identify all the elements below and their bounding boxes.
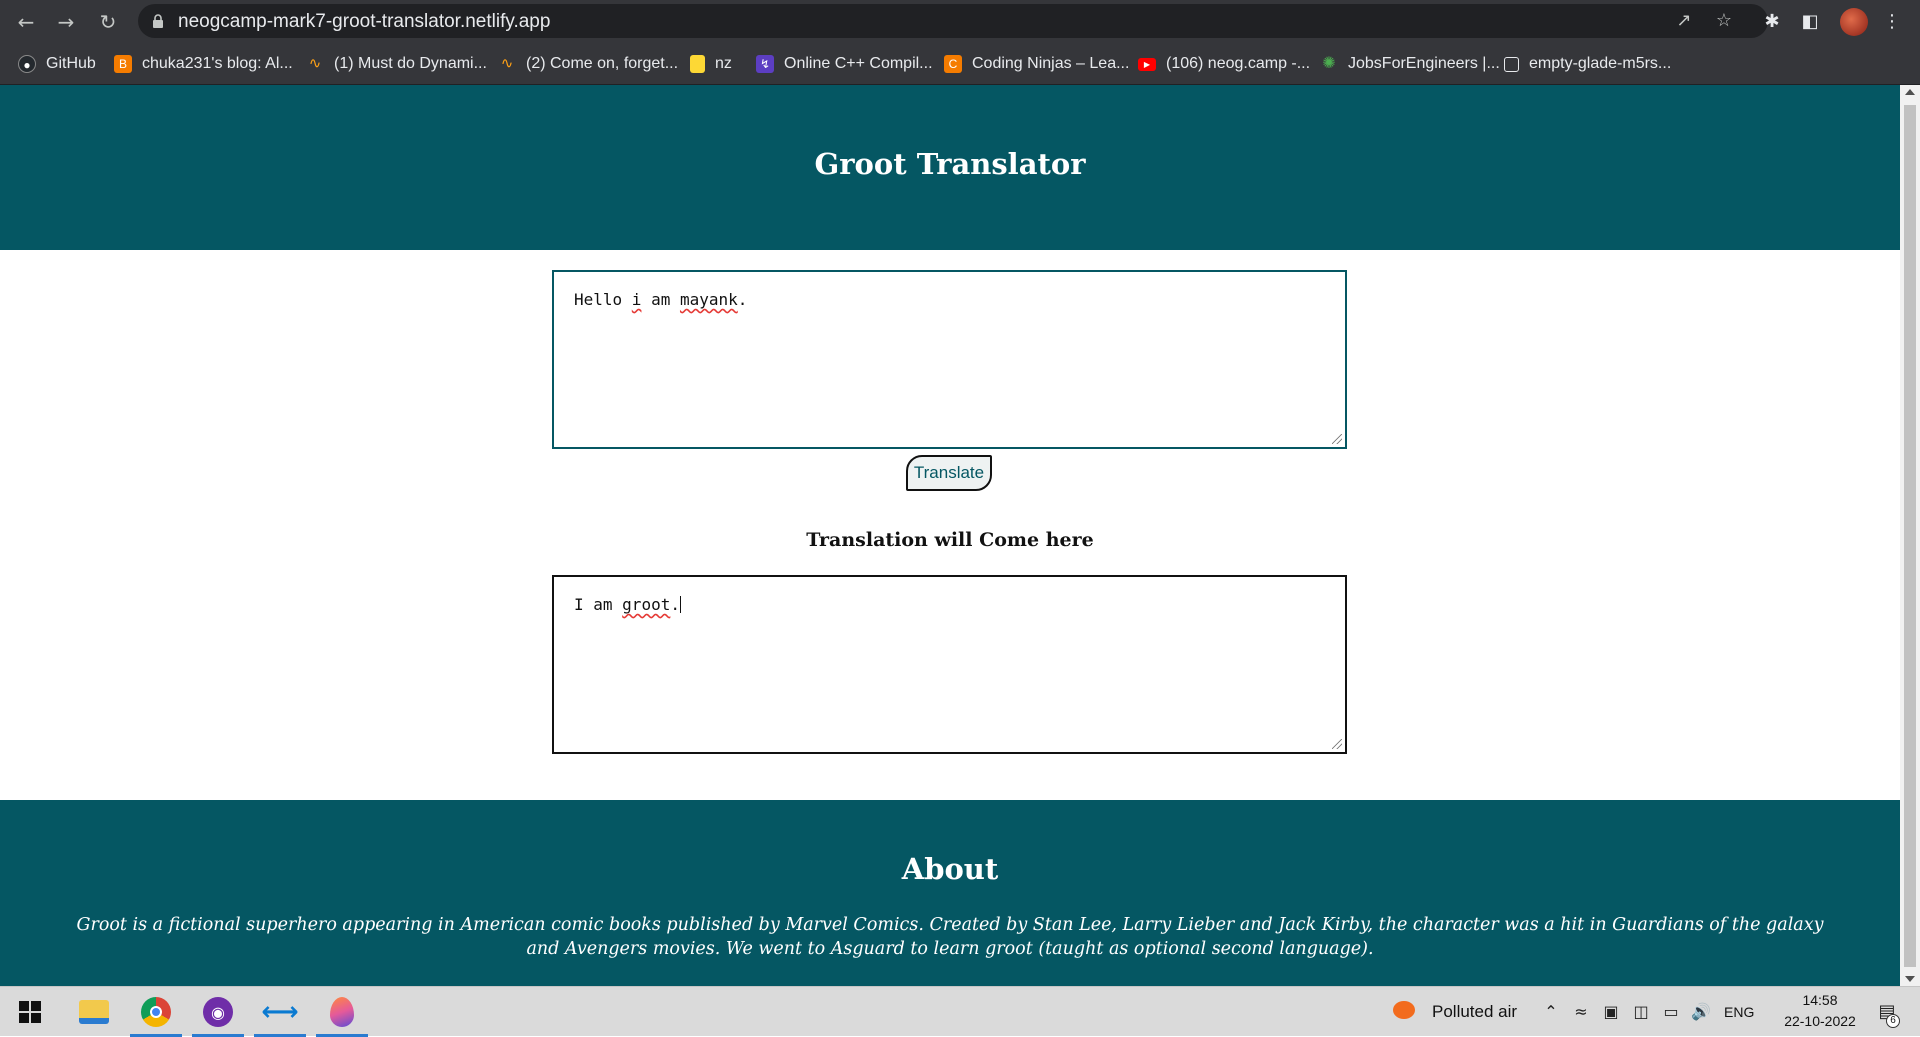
bookmark-label: (2) Come on, forget... xyxy=(526,55,679,72)
blank-page-icon xyxy=(1504,56,1519,72)
github-desktop-logo-icon: ◉ xyxy=(203,997,233,1027)
language-indicator[interactable]: ENG xyxy=(1724,1004,1754,1020)
share-icon[interactable]: ↗ xyxy=(1674,11,1694,31)
vscode-icon[interactable]: ⟷ xyxy=(254,987,306,1037)
bookmark-item[interactable]: empty-glade-m5rs... xyxy=(1504,52,1671,76)
text-caret xyxy=(679,596,681,613)
flame-logo-icon xyxy=(330,997,354,1027)
github-icon: ● xyxy=(18,55,36,73)
clock-date[interactable]: 22-10-2022 xyxy=(1772,1013,1868,1029)
coding-ninjas-icon: C xyxy=(944,55,962,73)
bookmark-item[interactable]: ● GitHub xyxy=(18,52,96,76)
side-panel-icon[interactable]: ◧ xyxy=(1798,10,1822,34)
battery-icon[interactable]: ▭ xyxy=(1660,1001,1682,1023)
bookmark-label: GitHub xyxy=(46,55,96,72)
page-viewport: Groot Translator Hello i am mayank. Tran… xyxy=(0,85,1900,986)
browser-flame-icon[interactable] xyxy=(316,987,368,1037)
forward-icon[interactable]: → xyxy=(54,10,78,34)
bookmark-label: Coding Ninjas – Lea... xyxy=(972,55,1130,72)
translate-button[interactable]: Translate xyxy=(906,455,992,491)
bookmark-item[interactable]: ▶ (106) neog.camp -... xyxy=(1138,52,1310,76)
bookmark-item[interactable]: ∿ (2) Come on, forget... xyxy=(498,52,678,76)
resize-grip-icon[interactable] xyxy=(1332,434,1342,444)
address-bar[interactable]: neogcamp-mark7-groot-translator.netlify.… xyxy=(138,4,1768,38)
windows-logo-icon xyxy=(19,1001,41,1023)
chrome-logo-icon xyxy=(141,997,171,1027)
back-icon[interactable]: ← xyxy=(14,10,38,34)
about-section: About Groot is a fictional superhero app… xyxy=(0,800,1900,986)
input-word-misspelled: i xyxy=(631,290,642,309)
volume-icon[interactable]: 🔊 xyxy=(1690,1001,1712,1023)
bookmark-label: JobsForEngineers |... xyxy=(1348,55,1500,72)
output-textarea[interactable]: I am groot. xyxy=(552,575,1347,754)
output-word-misspelled: groot xyxy=(622,595,671,614)
network-icon[interactable]: ≈ xyxy=(1570,1001,1592,1023)
lock-icon[interactable] xyxy=(152,14,164,28)
clock-time[interactable]: 14:58 xyxy=(1790,992,1850,1008)
vertical-scrollbar[interactable] xyxy=(1900,85,1920,986)
scroll-down-arrow-icon[interactable] xyxy=(1905,976,1915,982)
github-desktop-icon[interactable]: ◉ xyxy=(192,987,244,1037)
replit-bolt-icon: ↯ xyxy=(756,55,774,73)
file-explorer-icon[interactable] xyxy=(68,987,120,1037)
windows-start-icon[interactable] xyxy=(4,987,56,1037)
blogger-icon: B xyxy=(114,55,132,73)
leetcode-icon: ∿ xyxy=(308,55,322,72)
about-title: About xyxy=(901,852,999,886)
bookmark-item[interactable]: nz xyxy=(690,52,732,76)
output-word: . xyxy=(670,595,680,614)
input-word: Hello xyxy=(574,290,632,309)
bookmark-star-icon[interactable]: ☆ xyxy=(1714,11,1734,31)
output-word: I am xyxy=(574,595,623,614)
bookmark-item[interactable]: Bchuka231's blog: Al... xyxy=(114,52,293,76)
output-label: Translation will Come here xyxy=(806,529,1094,551)
about-text: Groot is a fictional superhero appearing… xyxy=(76,915,1824,959)
bookmark-label: chuka231's blog: Al... xyxy=(142,55,293,72)
folder-note-icon xyxy=(690,55,705,73)
resize-grip-icon[interactable] xyxy=(1332,739,1342,749)
folder-icon xyxy=(79,1000,109,1024)
bookmark-item[interactable]: ∿ (1) Must do Dynami... xyxy=(306,52,487,76)
bookmark-label: (106) neog.camp -... xyxy=(1166,55,1311,72)
chevron-up-icon[interactable]: ⌃ xyxy=(1540,1001,1562,1023)
input-textarea[interactable]: Hello i am mayank. xyxy=(552,270,1347,449)
leetcode-icon: ∿ xyxy=(500,55,514,72)
weather-icon[interactable] xyxy=(1393,1001,1415,1023)
chrome-icon[interactable] xyxy=(130,987,182,1037)
menu-kebab-icon[interactable]: ⋮ xyxy=(1880,10,1904,34)
url-text[interactable]: neogcamp-mark7-groot-translator.netlify.… xyxy=(178,11,550,33)
youtube-icon: ▶ xyxy=(1138,57,1156,71)
display-icon[interactable]: ◫ xyxy=(1630,1001,1652,1023)
vscode-logo-icon: ⟷ xyxy=(261,997,299,1027)
input-word: . xyxy=(737,290,748,309)
scroll-up-arrow-icon[interactable] xyxy=(1905,89,1915,95)
bookmarks-bar: ● GitHub Bchuka231's blog: Al... ∿ (1) Mus… xyxy=(0,43,1920,85)
bookmark-item[interactable]: ✺ JobsForEngineers |... xyxy=(1320,52,1500,76)
site-header: Groot Translator xyxy=(0,85,1900,250)
bookmark-label: (1) Must do Dynami... xyxy=(334,55,487,72)
browser-toolbar: ← → ↻ neogcamp-mark7-groot-translator.ne… xyxy=(0,0,1920,43)
bookmark-label: nz xyxy=(715,55,732,72)
profile-avatar[interactable] xyxy=(1840,8,1868,36)
bookmark-item[interactable]: ↯ Online C++ Compil... xyxy=(756,52,933,76)
bookmark-item[interactable]: C Coding Ninjas – Lea... xyxy=(944,52,1129,76)
input-word-misspelled: mayank xyxy=(679,290,738,309)
notification-badge: 6 xyxy=(1886,1014,1900,1028)
meet-now-icon[interactable]: ▣ xyxy=(1600,1001,1622,1023)
input-word: am xyxy=(641,290,680,309)
windows-taskbar: ◉ ⟷ Polluted air ⌃ ≈ ▣ ◫ ▭ 🔊 ENG 14:58 2… xyxy=(0,986,1920,1037)
weather-text[interactable]: Polluted air xyxy=(1432,1002,1517,1022)
scroll-thumb[interactable] xyxy=(1904,105,1916,967)
extensions-icon[interactable]: ✱ xyxy=(1760,10,1784,34)
bookmark-label: empty-glade-m5rs... xyxy=(1529,55,1672,72)
bookmark-label: Online C++ Compil... xyxy=(784,55,933,72)
page-title: Groot Translator xyxy=(814,147,1086,181)
jobs-icon: ✺ xyxy=(1322,55,1336,72)
reload-icon[interactable]: ↻ xyxy=(96,10,120,34)
